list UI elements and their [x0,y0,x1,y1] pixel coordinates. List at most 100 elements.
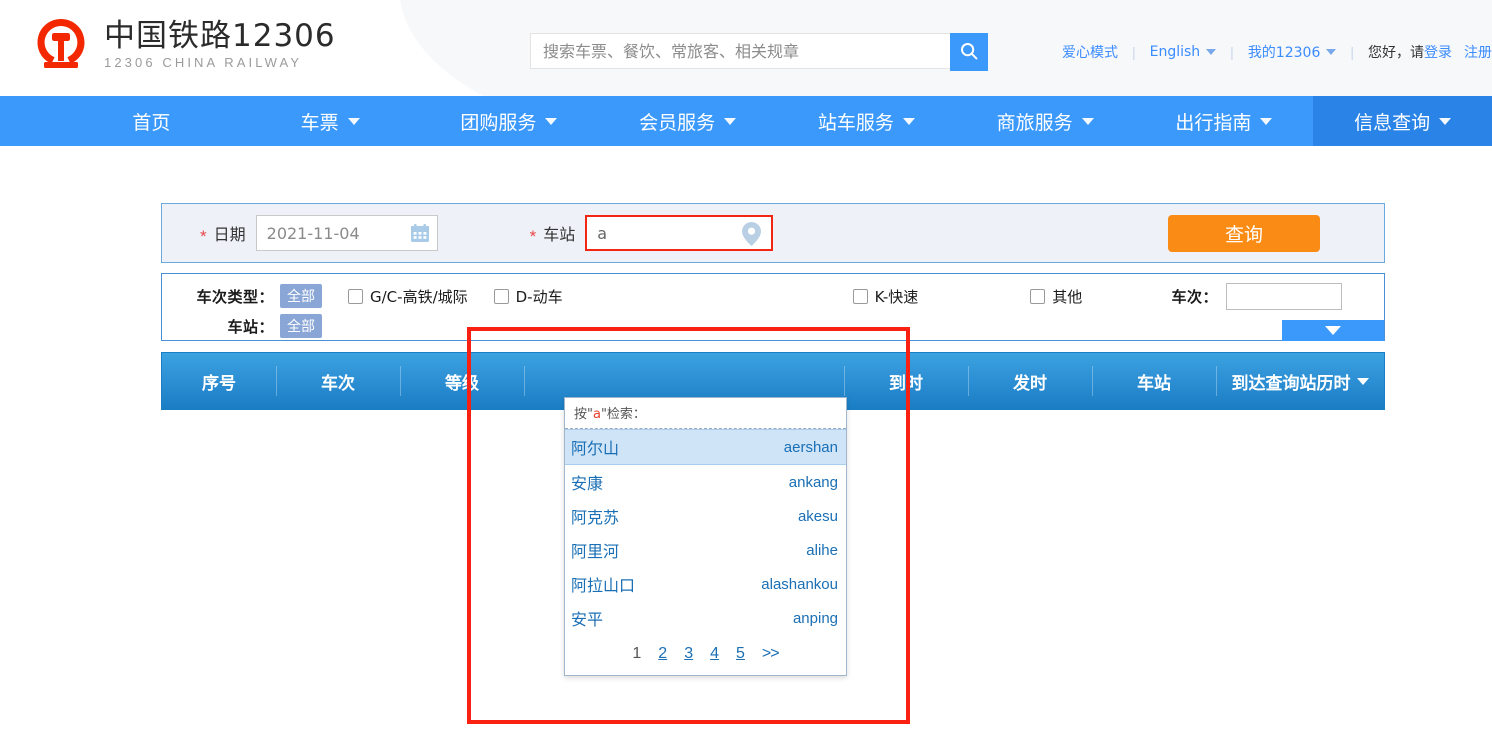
checkbox-box-icon[interactable] [493,288,509,304]
language-label[interactable]: English [1150,44,1201,60]
site-logo[interactable]: 中国铁路12306 12306 CHINA RAILWAY [30,14,336,76]
suggestion-name: 阿拉山口 [571,576,636,595]
query-section: * 日期 2021-11-04 * 车站 a 查询 车次类型： 全部 G/C-高… [161,203,1385,410]
suggestion-item-alashankou[interactable]: 阿拉山口 alashankou [565,567,846,601]
nav-item-home[interactable]: 首页 [62,96,241,146]
suggestion-title-key: a [592,407,601,422]
suggestion-item-akesu[interactable]: 阿克苏 akesu [565,499,846,533]
column-header-index[interactable]: 序号 [162,369,276,394]
register-link[interactable]: 注册 [1464,45,1492,61]
nav-label: 首页 [132,111,171,134]
date-input-wrapper [255,215,438,251]
column-header-duration-to-query-station[interactable]: 到达查询站历时 [1216,369,1384,394]
column-header-grade[interactable]: 等级 [400,369,524,394]
suggestion-item-ankang[interactable]: 安康 ankang [565,465,846,499]
nav-label: 出行指南 [1175,111,1252,134]
nav-item-station-train-service[interactable]: 站车服务 [777,96,956,146]
greeting-label: 您好，请 [1368,45,1424,61]
chevron-down-icon [1325,326,1341,335]
query-submit-button[interactable]: 查询 [1168,215,1320,252]
suggestion-name: 安康 [571,474,604,493]
suggestion-pinyin: aershan [783,438,838,456]
column-header-train-no[interactable]: 车次 [276,369,400,394]
checkbox-other[interactable]: 其他 [1030,286,1082,307]
page-link-2[interactable]: 2 [658,645,667,663]
chevron-down-icon [724,117,737,125]
suggestion-title: 按"a"检索： [565,398,846,429]
train-number-input[interactable] [1226,282,1342,310]
filter-expand-button[interactable] [1282,320,1384,341]
suggestion-title-suffix: "检索： [600,407,646,422]
suggestion-pinyin: alihe [806,541,838,559]
accessibility-mode-link[interactable]: 爱心模式 [1048,42,1132,62]
nav-item-group-purchase[interactable]: 团购服务 [420,96,599,146]
my12306-label[interactable]: 我的12306 [1248,42,1321,62]
date-field: * 日期 [162,204,438,262]
nav-item-member-service[interactable]: 会员服务 [598,96,777,146]
date-input[interactable] [255,215,438,251]
column-header-departure-time[interactable]: 发时 [968,369,1092,394]
logo-title-en: 12306 CHINA RAILWAY [104,55,303,70]
header-utility-links: 爱心模式 | English | 我的12306 | 您好，请登录 注册 [1048,42,1492,62]
train-type-label: 车次类型： [196,287,274,306]
nav-label: 团购服务 [460,111,537,134]
station-filter-label: 车站： [227,317,274,336]
page-link-3[interactable]: 3 [684,645,693,663]
search-button[interactable] [950,33,988,71]
nav-label: 站车服务 [817,111,894,134]
suggestion-pinyin: akesu [797,507,838,525]
chevron-down-icon [545,117,558,125]
nav-item-info-query[interactable]: 信息查询 [1313,96,1492,146]
sort-desc-icon[interactable] [1356,377,1369,385]
greeting-text: 您好，请登录 [1354,42,1452,62]
page-link-next[interactable]: >> [762,645,780,663]
language-selector[interactable]: English [1136,44,1231,60]
page-link-5[interactable]: 5 [736,645,745,663]
checkbox-box-icon[interactable] [852,288,868,304]
chevron-down-icon [1206,49,1217,55]
checkbox-box-icon[interactable] [348,288,363,304]
station-field: * 车站 [492,204,774,262]
suggestion-item-aershan[interactable]: 阿尔山 aershan [565,429,846,465]
suggestion-name: 安平 [571,610,604,629]
suggestion-title-prefix: 按" [574,407,593,422]
register-link-wrap[interactable]: 注册 [1452,42,1492,62]
nav-item-tickets[interactable]: 车票 [241,96,420,146]
nav-item-travel-guide[interactable]: 出行指南 [1135,96,1314,146]
chevron-down-icon [1326,49,1337,55]
checkbox-d-emu[interactable]: D-动车 [493,286,563,307]
chevron-down-icon [1439,117,1452,125]
train-type-all-badge[interactable]: 全部 [280,284,322,308]
checkbox-k-express[interactable]: K-快速 [852,286,918,307]
page-header: 中国铁路12306 12306 CHINA RAILWAY 爱心模式 | Eng… [0,0,1492,96]
suggestion-name: 阿尔山 [571,439,620,458]
station-all-badge[interactable]: 全部 [280,314,322,338]
column-header-arrival-time[interactable]: 到时 [844,369,968,394]
checkbox-gc-highspeed[interactable]: G/C-高铁/城际 [348,286,468,307]
required-marker: * [529,226,537,246]
my12306-menu[interactable]: 我的12306 [1234,42,1351,62]
nav-item-business-travel[interactable]: 商旅服务 [956,96,1135,146]
date-field-label: 日期 [213,225,246,244]
suggestion-item-anping[interactable]: 安平 anping [565,601,846,635]
search-input[interactable] [530,33,950,69]
column-header-station[interactable]: 车站 [1092,369,1216,394]
nav-label: 商旅服务 [996,111,1073,134]
train-number-field: 车次： [1171,282,1384,310]
checkbox-label: 其他 [1052,287,1083,306]
nav-label: 信息查询 [1354,111,1431,134]
accessibility-mode-label[interactable]: 爱心模式 [1062,42,1118,62]
suggestion-item-alihe[interactable]: 阿里河 alihe [565,533,846,567]
nav-left-spacer [0,96,62,146]
checkbox-label: D-动车 [515,287,563,306]
suggestion-pinyin: anping [792,609,838,627]
search-icon [959,41,979,64]
login-link[interactable]: 登录 [1424,45,1452,61]
page-link-4[interactable]: 4 [710,645,719,663]
train-type-filter-row: 车次类型： 全部 G/C-高铁/城际 D-动车 K-快速 其他 车次： [182,282,1384,310]
checkbox-box-icon[interactable] [1030,288,1046,304]
station-input[interactable] [585,215,774,251]
station-input-wrapper [585,215,774,251]
suggestion-name: 阿克苏 [571,508,620,527]
suggestion-pagination: 1 2 3 4 5 >> [565,635,846,675]
